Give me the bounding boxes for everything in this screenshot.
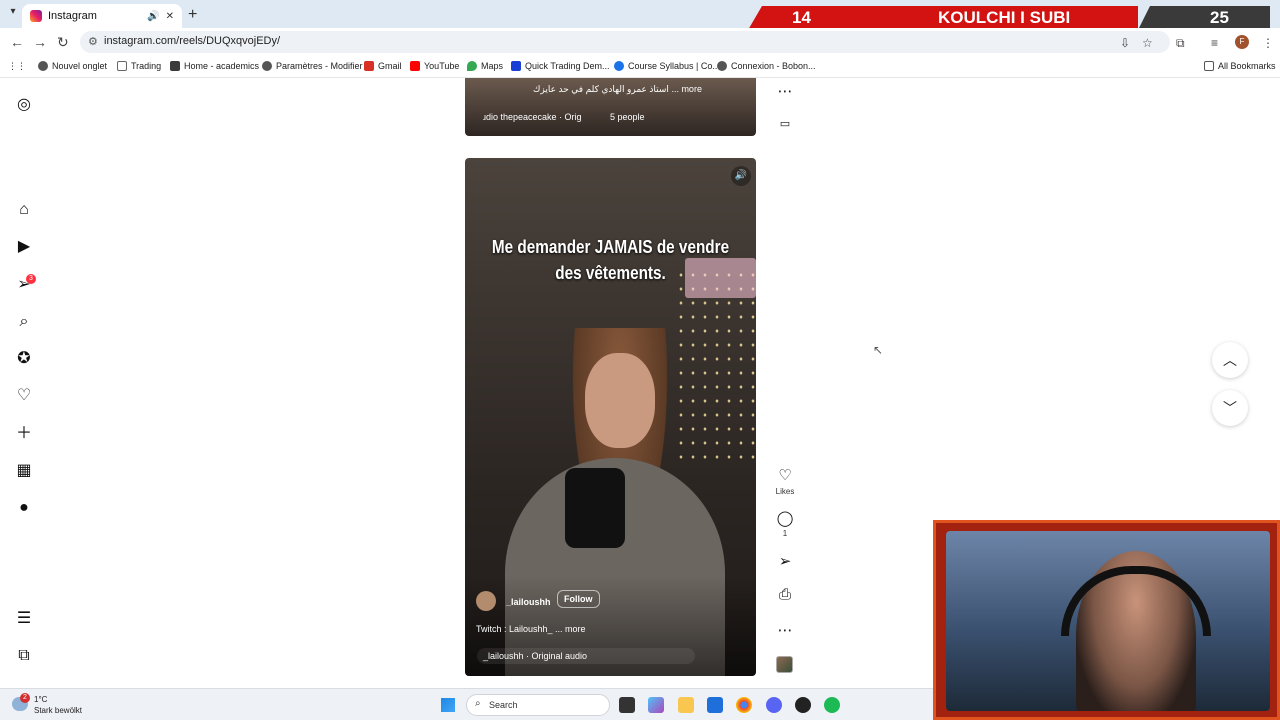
stream-title: KOULCHI I SUBI — [938, 8, 1071, 27]
reel-caption[interactable]: Twitch : Lailoushh_ ... more — [476, 624, 586, 634]
tab-title: Instagram — [48, 10, 97, 22]
new-tab-button[interactable]: + — [188, 6, 197, 24]
search-icon[interactable]: ⌕ — [14, 312, 34, 332]
bookmark-youtube[interactable]: YouTube — [410, 61, 459, 71]
previous-reel-more-icon[interactable]: ⋯ — [776, 82, 794, 100]
extensions-icon[interactable]: ⧉ — [1176, 36, 1185, 51]
copilot-icon[interactable] — [648, 697, 664, 713]
reel-audio-label[interactable]: _lailoushh · Original audio — [483, 651, 587, 661]
weather-condition: Stark bewölkt — [34, 706, 83, 715]
bookmark-trading[interactable]: Trading — [117, 61, 161, 71]
tab-instagram[interactable]: Instagram 🔊 ✕ — [22, 4, 182, 28]
instagram-logo-icon[interactable]: ◎ — [14, 95, 34, 115]
browser-tab-strip: ▾ Instagram 🔊 ✕ + 14 KOULCHI I SUBI 25 — [0, 0, 1280, 30]
bookmark-quick-trading[interactable]: Quick Trading Dem... — [511, 61, 610, 71]
apps-icon[interactable]: ⋮⋮ — [8, 61, 26, 72]
reel-person-face — [585, 353, 655, 448]
current-reel[interactable]: Me demander JAMAIS de vendre des vêtemen… — [465, 158, 756, 676]
bookmark-star-icon[interactable]: ☆ — [1142, 36, 1153, 50]
search-icon: ⌕ — [475, 698, 481, 709]
instagram-favicon-icon — [30, 10, 42, 22]
tab-audio-icon[interactable]: 🔊 — [147, 11, 159, 22]
previous-reel-button[interactable]: ︿ — [1212, 342, 1248, 378]
task-view-icon[interactable] — [619, 697, 635, 713]
explore-icon[interactable]: ✪ — [14, 349, 34, 369]
back-icon[interactable]: ← — [10, 34, 24, 50]
threads-icon[interactable]: ⧉ — [14, 646, 34, 666]
browser-toolbar: ← → ↻ ⚙ instagram.com/reels/DUQxqvojEDy/… — [0, 28, 1280, 56]
previous-reel-caption[interactable]: استاذ عمرو الهادي كلم في حد عايزك ... mo… — [533, 84, 702, 95]
discord-icon[interactable] — [766, 697, 782, 713]
bookmarks-bar: ⋮⋮ Nouvel onglet Trading Home - academic… — [0, 56, 1280, 78]
reel-overlay-text: Me demander JAMAIS de vendre des vêtemen… — [491, 237, 730, 283]
messages-badge: 3 — [26, 274, 36, 284]
install-icon[interactable]: ⇩ — [1120, 36, 1130, 50]
comments-count: 1 — [782, 529, 788, 538]
mouse-cursor-icon: ↖ — [873, 343, 884, 357]
notifications-icon[interactable]: ♡ — [14, 386, 34, 406]
bookmark-nouvel-onglet[interactable]: Nouvel onglet — [38, 61, 107, 71]
spotify-icon[interactable] — [824, 697, 840, 713]
all-bookmarks-folder[interactable]: All Bookmarks — [1204, 61, 1276, 71]
file-explorer-icon[interactable] — [678, 697, 694, 713]
windows-start-icon[interactable] — [441, 698, 455, 712]
profile-avatar[interactable]: ● — [14, 498, 34, 518]
more-options-icon[interactable]: ⋯ — [776, 621, 794, 639]
stream-overlay-dark — [1138, 6, 1270, 30]
comment-icon[interactable]: ◯ — [776, 509, 794, 527]
forward-icon[interactable]: → — [33, 34, 47, 50]
store-icon[interactable] — [707, 697, 723, 713]
weather-badge: 2 — [20, 693, 30, 703]
temperature: 1°C — [34, 695, 48, 704]
dashboard-icon[interactable]: ▦ — [14, 461, 34, 481]
tab-search-icon[interactable]: ▾ — [6, 6, 20, 20]
bookmark-course-syllabus[interactable]: Course Syllabus | Co... — [614, 61, 720, 71]
bookmark-maps[interactable]: Maps — [467, 61, 503, 71]
media-controls-icon[interactable]: ≡ — [1211, 36, 1218, 50]
site-info-icon[interactable]: ⚙ — [88, 35, 98, 48]
stream-right-number: 25 — [1210, 8, 1229, 27]
bookmark-home-academics[interactable]: Home - academics — [170, 61, 259, 71]
reels-icon[interactable]: ▶ — [14, 237, 34, 257]
previous-reel-audio-thumb[interactable]: ▭ — [776, 117, 794, 130]
windows-taskbar: 2 1°C Stark bewölkt ⌕ Search — [0, 688, 933, 720]
bookmark-parametres[interactable]: Paramètres - Modifier — [262, 61, 363, 71]
stream-overlay-bar: 14 KOULCHI I SUBI 25 — [748, 6, 1270, 30]
profile-avatar-icon[interactable]: F — [1235, 35, 1249, 49]
likes-label: Likes — [775, 487, 795, 496]
previous-reel[interactable]: استاذ عمرو الهادي كلم في حد عايزك ... mo… — [465, 78, 756, 136]
next-reel-button[interactable]: ﹀ — [1212, 390, 1248, 426]
previous-reel-audio[interactable]: ɹdio thepeacecake · Orig — [483, 112, 582, 122]
save-icon[interactable]: ⎙ — [776, 586, 794, 603]
tab-close-icon[interactable]: ✕ — [166, 11, 174, 22]
webcam-feed — [946, 531, 1270, 711]
taskbar-search[interactable]: ⌕ Search — [466, 694, 610, 716]
address-bar[interactable]: ⚙ instagram.com/reels/DUQxqvojEDy/ — [80, 31, 1170, 53]
bookmark-gmail[interactable]: Gmail — [364, 61, 402, 71]
sound-toggle-icon[interactable]: 🔊 — [731, 166, 751, 186]
previous-reel-people[interactable]: 5 people — [610, 112, 645, 122]
share-icon[interactable]: ➢ — [776, 552, 794, 570]
like-icon[interactable]: ♡ — [776, 466, 794, 484]
home-icon[interactable]: ⌂ — [14, 200, 34, 220]
obs-icon[interactable] — [795, 697, 811, 713]
url-text: instagram.com/reels/DUQxqvojEDy/ — [104, 35, 281, 47]
create-icon[interactable]: ＋ — [14, 424, 34, 444]
reel-author-avatar[interactable] — [476, 591, 496, 611]
menu-icon[interactable]: ☰ — [14, 609, 34, 629]
fairy-lights — [675, 268, 755, 468]
reel-author-username[interactable]: _lailoushh — [506, 597, 551, 607]
reload-icon[interactable]: ↻ — [57, 34, 69, 51]
microphone — [565, 468, 625, 548]
audio-thumbnail[interactable] — [776, 656, 793, 673]
webcam-headset — [1061, 566, 1211, 636]
browser-menu-icon[interactable]: ⋮ — [1262, 36, 1274, 50]
streamer-webcam — [933, 520, 1280, 720]
stream-left-number: 14 — [792, 8, 811, 27]
follow-button[interactable]: Follow — [557, 590, 600, 608]
bookmark-connexion[interactable]: Connexion - Bobon... — [717, 61, 816, 71]
chrome-icon[interactable] — [736, 697, 752, 713]
